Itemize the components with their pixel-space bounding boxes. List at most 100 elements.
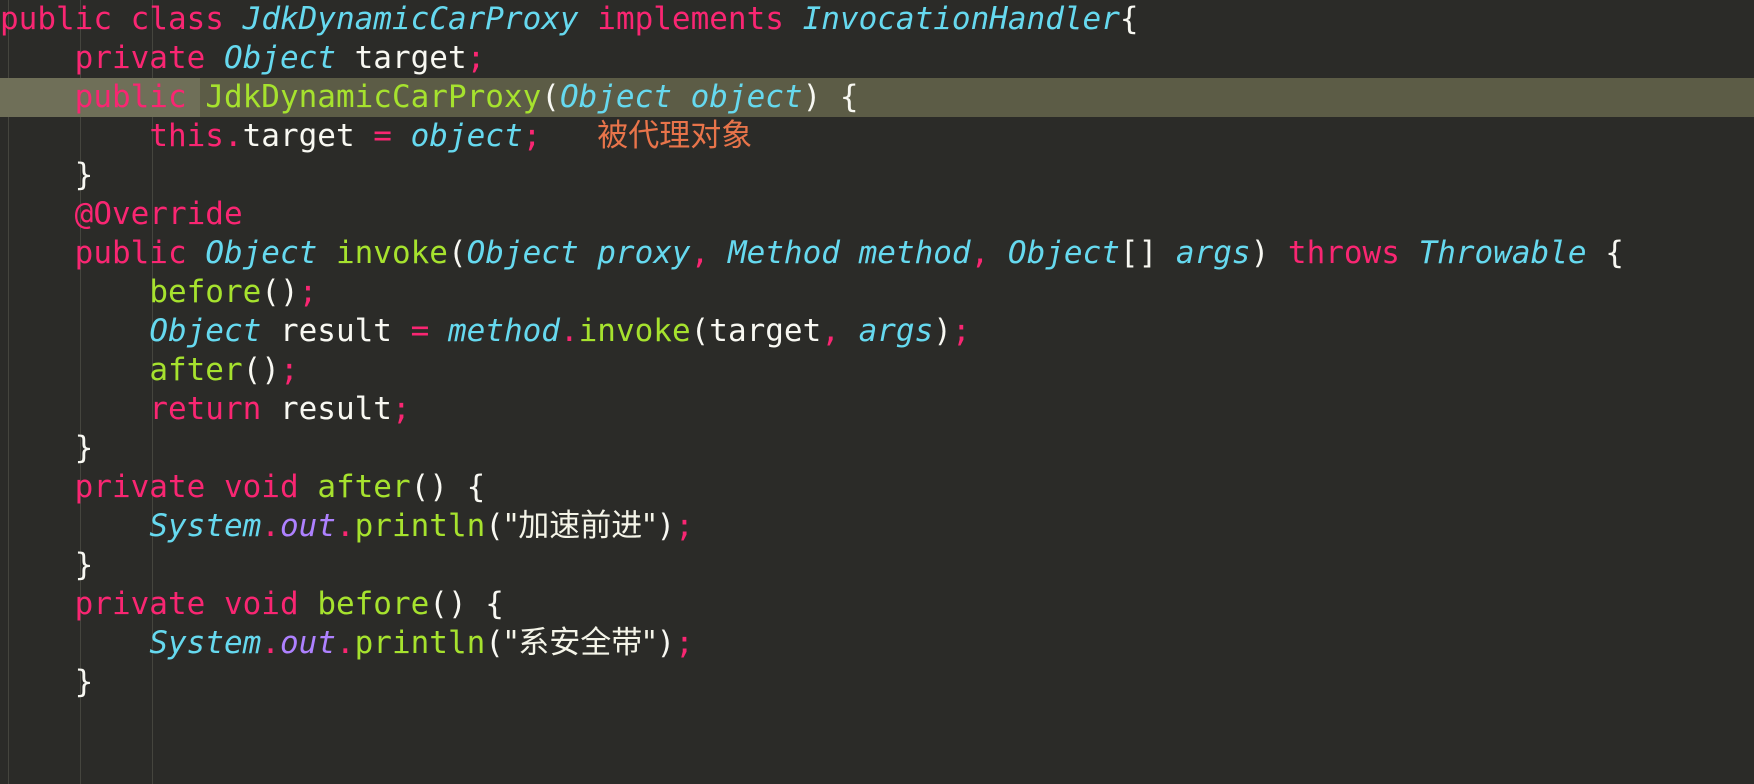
code-token: ): [933, 313, 952, 349]
code-token: .: [559, 313, 579, 349]
code-line-content: }: [0, 546, 1754, 585]
code-token: }: [74, 664, 94, 700]
code-token: Object: [1007, 235, 1120, 271]
code-token: private: [74, 469, 206, 505]
code-token: (): [261, 274, 299, 310]
code-line[interactable]: System.out.println("系安全带");: [0, 624, 1754, 663]
code-line[interactable]: public class JdkDynamicCarProxy implemen…: [0, 0, 1754, 39]
code-line-content: System.out.println("系安全带");: [0, 624, 1754, 663]
code-token: ;: [522, 118, 542, 154]
code-line-content: Object result = method.invoke(target, ar…: [0, 312, 1754, 351]
code-token: {: [1119, 1, 1139, 37]
code-line[interactable]: private void after() {: [0, 468, 1754, 507]
code-line-content: }: [0, 663, 1754, 702]
code-token: "加速前进": [503, 508, 657, 544]
code-token: invoke: [578, 313, 691, 349]
code-token: Object object: [559, 79, 803, 115]
code-token: result: [279, 391, 392, 427]
code-token: target: [709, 313, 822, 349]
code-token: after: [149, 352, 243, 388]
code-token: after: [317, 469, 411, 505]
code-line[interactable]: before();: [0, 273, 1754, 312]
code-token: {: [1605, 235, 1624, 271]
code-token: this: [149, 118, 224, 154]
code-token: {: [839, 79, 859, 115]
code-token: InvocationHandler: [802, 1, 1120, 37]
code-token: (: [447, 235, 467, 271]
code-line-content: private void before() {: [0, 585, 1754, 624]
code-token: println: [354, 508, 486, 544]
code-token: args: [858, 313, 934, 349]
code-token: object: [410, 118, 523, 154]
code-token: public: [74, 235, 187, 271]
code-token: private: [74, 40, 206, 76]
code-token: (: [690, 313, 710, 349]
code-line[interactable]: }: [0, 156, 1754, 195]
code-token: (: [485, 508, 504, 544]
code-line[interactable]: after();: [0, 351, 1754, 390]
code-token: ;: [298, 274, 318, 310]
code-line[interactable]: Object result = method.invoke(target, ar…: [0, 312, 1754, 351]
code-token: JdkDynamicCarProxy: [242, 1, 579, 37]
code-token: throws: [1287, 235, 1400, 271]
code-line-content: public Object invoke(Object proxy, Metho…: [0, 234, 1754, 273]
code-line[interactable]: }: [0, 663, 1754, 702]
code-line[interactable]: @Override: [0, 195, 1754, 234]
code-line[interactable]: this.target = object; 被代理对象: [0, 117, 1754, 156]
code-line-content: this.target = object; 被代理对象: [0, 117, 1754, 156]
code-token: .: [261, 625, 280, 661]
code-line[interactable]: public Object invoke(Object proxy, Metho…: [0, 234, 1754, 273]
code-line[interactable]: System.out.println("加速前进");: [0, 507, 1754, 546]
code-token: before: [317, 586, 430, 622]
code-token: @Override: [74, 196, 243, 232]
code-line[interactable]: return result;: [0, 390, 1754, 429]
code-token: (: [541, 79, 560, 115]
code-line[interactable]: }: [0, 546, 1754, 585]
code-token: Throwable: [1418, 235, 1587, 271]
code-line-content: after();: [0, 351, 1754, 390]
code-line[interactable]: }: [0, 429, 1754, 468]
code-token: (): [410, 469, 448, 505]
code-line[interactable]: private void before() {: [0, 585, 1754, 624]
code-line-content: before();: [0, 273, 1754, 312]
code-token: ;: [675, 508, 694, 544]
code-token: void: [223, 586, 299, 622]
code-line[interactable]: public JdkDynamicCarProxy(Object object)…: [0, 78, 1754, 117]
code-token: Object proxy: [466, 235, 691, 271]
code-token: Object: [149, 313, 262, 349]
code-token: ,: [970, 235, 990, 271]
code-line-content: }: [0, 156, 1754, 195]
code-lines-container[interactable]: public class JdkDynamicCarProxy implemen…: [0, 0, 1754, 702]
code-token: private: [74, 586, 206, 622]
code-token: ): [656, 508, 676, 544]
code-token: System: [149, 508, 262, 544]
code-line[interactable]: private Object target;: [0, 39, 1754, 78]
code-editor[interactable]: public class JdkDynamicCarProxy implemen…: [0, 0, 1754, 784]
code-token: ,: [821, 313, 840, 349]
code-token: before: [149, 274, 262, 310]
code-token: public: [74, 79, 187, 115]
code-token: ;: [466, 40, 486, 76]
code-token: ): [802, 79, 822, 115]
code-token: (): [242, 352, 280, 388]
code-token: invoke: [335, 235, 448, 271]
code-token: target: [354, 40, 467, 76]
code-line-content: private Object target;: [0, 39, 1754, 78]
